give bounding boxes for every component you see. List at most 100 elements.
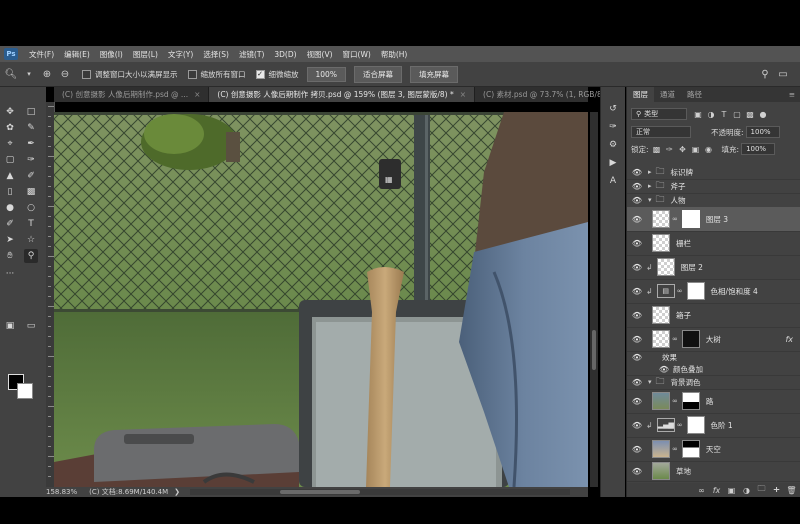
chevron-down-icon[interactable]: ▾ bbox=[648, 378, 652, 386]
layer-row[interactable]: 👁︎ ∞ 天空 bbox=[627, 437, 800, 462]
menu-filter[interactable]: 滤镜(T) bbox=[234, 49, 269, 60]
move-tool-icon[interactable]: ✥ bbox=[3, 105, 17, 119]
visibility-eye-icon[interactable]: 👁︎ bbox=[632, 195, 642, 205]
workspace-icon[interactable]: ▭ bbox=[776, 67, 790, 81]
menu-edit[interactable]: 编辑(E) bbox=[59, 49, 95, 60]
fill-screen-button[interactable]: 填充屏幕 bbox=[409, 65, 458, 83]
menu-help[interactable]: 帮助(H) bbox=[376, 49, 413, 60]
layer-thumbnail[interactable] bbox=[652, 440, 670, 458]
lock-all-icon[interactable]: ◉ bbox=[704, 144, 714, 154]
zoom-tool-icon[interactable]: ⚲ bbox=[24, 249, 38, 263]
character-icon[interactable]: A bbox=[606, 174, 620, 188]
visibility-eye-icon[interactable]: 👁︎ bbox=[632, 420, 642, 430]
layer-row[interactable]: 👁︎ ↲ 图层 2 bbox=[627, 255, 800, 280]
visibility-eye-icon[interactable]: 👁︎ bbox=[632, 286, 642, 296]
layer-mask-thumbnail[interactable] bbox=[681, 392, 700, 410]
checkbox-box-checked[interactable]: ✓ bbox=[255, 69, 265, 79]
visibility-eye-icon[interactable]: 👁︎ bbox=[632, 167, 642, 177]
horizontal-scroll-thumb[interactable] bbox=[280, 490, 360, 494]
visibility-eye-icon[interactable]: 👁︎ bbox=[659, 364, 669, 374]
visibility-eye-icon[interactable]: 👁︎ bbox=[632, 444, 642, 454]
tab-document-2[interactable]: (C) 创意摄影 人像后期制作 拷贝.psd @ 159% (图层 3, 图层蒙… bbox=[209, 87, 476, 102]
trash-icon[interactable]: 🗑︎ bbox=[786, 486, 797, 495]
history-icon[interactable]: ↺ bbox=[606, 102, 620, 116]
smart-object-filter-icon[interactable]: ▩ bbox=[745, 109, 755, 119]
visibility-eye-icon[interactable]: 👁︎ bbox=[632, 214, 642, 224]
history-brush-icon[interactable]: ✐ bbox=[24, 169, 38, 183]
shape-tool-icon[interactable]: ☆ bbox=[24, 233, 38, 247]
layer-row[interactable]: 👁︎ 栅栏 bbox=[627, 231, 800, 256]
quick-mask-icon[interactable]: ▣ bbox=[3, 319, 17, 333]
brush-settings-icon[interactable]: ✑ bbox=[606, 120, 620, 134]
layer-row-group[interactable]: 👁︎ ▸ 🗀︎ 斧子 bbox=[627, 179, 800, 194]
filter-toggle-icon[interactable]: ● bbox=[758, 109, 768, 119]
link-icon[interactable]: ∞ bbox=[672, 397, 678, 405]
layer-thumbnail[interactable] bbox=[656, 258, 675, 276]
layer-row-group[interactable]: 👁︎ ▸ 🗀︎ 标识牌 bbox=[627, 165, 800, 180]
layer-mask-thumbnail[interactable] bbox=[681, 210, 700, 228]
photoshop-logo[interactable]: Ps bbox=[4, 48, 18, 60]
adjustment-layer-icon[interactable]: ◑ bbox=[741, 486, 752, 495]
adjust-icon[interactable]: ⚙ bbox=[606, 138, 620, 152]
layer-row-selected[interactable]: 👁︎ ∞ 图层 3 bbox=[627, 207, 800, 232]
adjustment-filter-icon[interactable]: ◑ bbox=[706, 109, 716, 119]
blur-tool-icon[interactable]: ● bbox=[3, 201, 17, 215]
panel-menu-icon[interactable]: ≡ bbox=[783, 87, 800, 102]
document-size[interactable]: (C) 文档:8.69M/140.4M bbox=[89, 487, 168, 497]
path-select-tool-icon[interactable]: ➤ bbox=[3, 233, 17, 247]
dodge-tool-icon[interactable]: ○ bbox=[24, 201, 38, 215]
link-icon[interactable]: ∞ bbox=[672, 215, 678, 223]
chevron-right-icon[interactable]: ▸ bbox=[648, 182, 652, 190]
layer-row[interactable]: 👁︎ 草地 bbox=[627, 461, 800, 482]
fill-input[interactable]: 100% bbox=[741, 143, 776, 155]
lasso-tool-icon[interactable]: ✿ bbox=[3, 121, 17, 135]
chevron-down-icon[interactable]: ▾ bbox=[22, 67, 36, 81]
chevron-down-icon[interactable]: ▾ bbox=[648, 196, 652, 204]
checkbox-box[interactable] bbox=[82, 69, 91, 79]
layer-mask-thumbnail[interactable] bbox=[686, 282, 705, 300]
marquee-tool-icon[interactable]: □ bbox=[24, 105, 38, 119]
horizontal-scrollbar[interactable] bbox=[190, 489, 570, 495]
pixel-filter-icon[interactable]: ▣ bbox=[693, 109, 703, 119]
layer-mask-thumbnail[interactable] bbox=[681, 440, 700, 458]
filter-kind-select[interactable]: ⚲ 类型 bbox=[631, 108, 687, 120]
hand-tool-icon[interactable]: ✋︎ bbox=[3, 249, 17, 263]
close-icon[interactable]: × bbox=[460, 90, 466, 99]
layer-mask-thumbnail[interactable] bbox=[681, 330, 700, 348]
quick-select-tool-icon[interactable]: ✎ bbox=[24, 121, 38, 135]
layer-row-adjustment[interactable]: 👁︎ ↲ ▤ ∞ 色相/饱和度 4 bbox=[627, 279, 800, 304]
menu-image[interactable]: 图像(I) bbox=[95, 49, 128, 60]
layer-thumbnail[interactable] bbox=[652, 462, 670, 480]
visibility-eye-icon[interactable]: 👁︎ bbox=[632, 181, 642, 191]
resize-windows-checkbox[interactable]: 调整窗口大小以满屏显示 bbox=[82, 69, 178, 80]
zoom-tool-icon[interactable]: 🔍︎ bbox=[4, 67, 18, 81]
layer-thumbnail[interactable] bbox=[652, 392, 670, 410]
tab-paths[interactable]: 路径 bbox=[681, 87, 708, 102]
eraser-tool-icon[interactable]: ▯ bbox=[3, 185, 17, 199]
document-canvas[interactable]: ▦ bbox=[54, 112, 588, 487]
layer-row[interactable]: 👁︎ 箱子 bbox=[627, 303, 800, 328]
opacity-input[interactable]: 100% bbox=[745, 126, 780, 138]
brush-tool-icon[interactable]: ✑ bbox=[24, 153, 38, 167]
new-layer-icon[interactable]: ➕︎ bbox=[771, 485, 782, 495]
zoom-100-button[interactable]: 100% bbox=[306, 66, 346, 82]
chevron-right-icon[interactable]: ▸ bbox=[648, 168, 652, 176]
zoom-level[interactable]: 158.83% bbox=[46, 488, 77, 496]
crop-tool-icon[interactable]: ⌖ bbox=[3, 137, 17, 151]
menu-3d[interactable]: 3D(D) bbox=[269, 50, 301, 59]
zoom-all-checkbox[interactable]: 缩放所有窗口 bbox=[187, 69, 246, 80]
effects-row[interactable]: 👁︎ 效果 bbox=[627, 351, 800, 363]
visibility-eye-icon[interactable]: 👁︎ bbox=[632, 334, 642, 344]
menu-select[interactable]: 选择(S) bbox=[198, 49, 234, 60]
search-icon[interactable]: ⚲ bbox=[758, 67, 772, 81]
layer-row-group[interactable]: 👁︎ ▾ 🗀︎ 背景调色 bbox=[627, 375, 800, 390]
tab-channels[interactable]: 通道 bbox=[654, 87, 681, 102]
link-icon[interactable]: ∞ bbox=[677, 421, 683, 429]
scrubby-zoom-checkbox[interactable]: ✓ 细微缩放 bbox=[255, 69, 299, 80]
type-filter-icon[interactable]: T bbox=[719, 109, 729, 119]
link-icon[interactable]: ∞ bbox=[672, 335, 678, 343]
menu-layer[interactable]: 图层(L) bbox=[128, 49, 163, 60]
fx-icon[interactable]: fx bbox=[711, 486, 722, 495]
lock-artboard-icon[interactable]: ▣ bbox=[691, 144, 701, 154]
checkbox-box[interactable] bbox=[187, 69, 197, 79]
